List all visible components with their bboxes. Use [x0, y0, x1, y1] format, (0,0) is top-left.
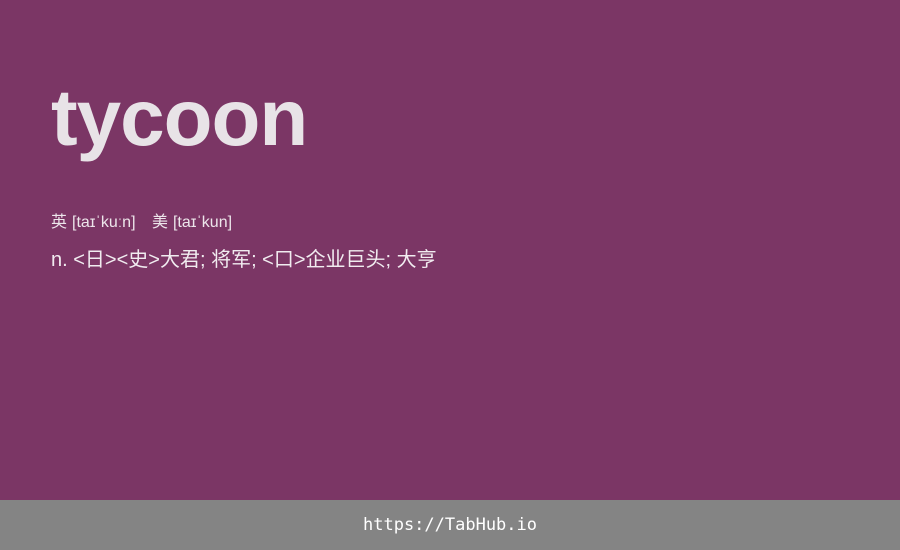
headword: tycoon [51, 73, 308, 162]
uk-pronunciation: 英 [taɪˈkuːn] [51, 212, 136, 234]
us-ipa: [taɪˈkun] [172, 214, 233, 231]
pronunciation-row: 英 [taɪˈkuːn] 美 [taɪˈkun] [51, 212, 244, 234]
uk-label: 英 [51, 214, 68, 231]
footer-bar: https://TabHub.io [0, 500, 900, 550]
footer-link[interactable]: https://TabHub.io [363, 515, 537, 535]
definition-text: n. <日><史>大君; 将军; <口>企业巨头; 大亨 [51, 249, 437, 271]
uk-ipa: [taɪˈkuːn] [72, 214, 136, 231]
us-label: 美 [151, 214, 168, 231]
word-card: tycoon 英 [taɪˈkuːn] 美 [taɪˈkun] n. <日><史>大… [0, 0, 900, 500]
us-pronunciation: 美 [taɪˈkun] [152, 212, 232, 234]
